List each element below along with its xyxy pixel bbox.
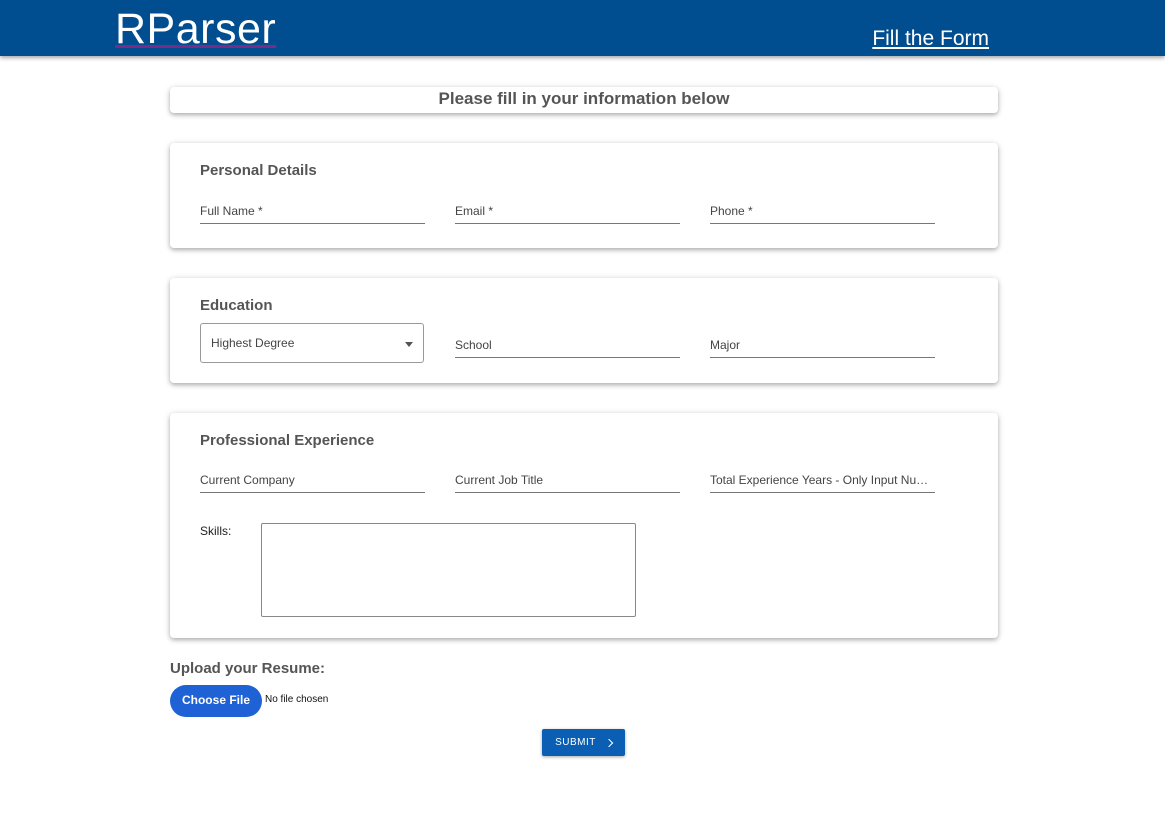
dropdown-caret-icon bbox=[405, 342, 413, 347]
phone-label: Phone * bbox=[710, 204, 753, 218]
experience-years-label: Total Experience Years - Only Input Nu… bbox=[710, 473, 929, 487]
current-job-title-field[interactable]: Current Job Title bbox=[455, 470, 680, 493]
upload-resume-label: Upload your Resume: bbox=[170, 660, 326, 677]
full-name-field[interactable]: Full Name * bbox=[200, 201, 425, 224]
email-label: Email * bbox=[455, 204, 494, 218]
major-label: Major bbox=[710, 338, 741, 352]
major-field[interactable]: Major bbox=[710, 335, 935, 358]
current-company-field[interactable]: Current Company bbox=[200, 470, 425, 493]
brand-logo-link[interactable]: RParser bbox=[115, 6, 276, 52]
fill-form-nav-link[interactable]: Fill the Form bbox=[872, 27, 989, 51]
experience-years-field[interactable]: Total Experience Years - Only Input Nu… bbox=[710, 470, 935, 493]
choose-file-button[interactable]: Choose File bbox=[170, 685, 262, 717]
education-heading: Education bbox=[200, 297, 273, 314]
submit-button[interactable]: SUBMIT bbox=[542, 729, 625, 756]
skills-textarea[interactable] bbox=[261, 523, 636, 617]
current-job-title-label: Current Job Title bbox=[455, 473, 544, 487]
email-field[interactable]: Email * bbox=[455, 201, 680, 224]
form-title-card: Please fill in your information below bbox=[170, 87, 998, 113]
full-name-label: Full Name * bbox=[200, 204, 263, 218]
personal-details-heading: Personal Details bbox=[200, 162, 317, 179]
highest-degree-label: Highest Degree bbox=[211, 336, 295, 350]
professional-experience-card: Professional Experience Current Company … bbox=[170, 413, 998, 638]
personal-details-card: Personal Details Full Name * Email * Pho… bbox=[170, 143, 998, 248]
highest-degree-select[interactable]: Highest Degree bbox=[200, 323, 424, 363]
phone-field[interactable]: Phone * bbox=[710, 201, 935, 224]
professional-experience-heading: Professional Experience bbox=[200, 432, 375, 449]
top-app-bar: RParser Fill the Form bbox=[0, 0, 1165, 56]
skills-label: Skills: bbox=[200, 524, 232, 538]
current-company-label: Current Company bbox=[200, 473, 295, 487]
file-status-text: No file chosen bbox=[265, 694, 329, 705]
chevron-right-icon bbox=[604, 738, 614, 747]
school-label: School bbox=[455, 338, 492, 352]
submit-label: SUBMIT bbox=[555, 737, 596, 748]
form-title: Please fill in your information below bbox=[438, 89, 730, 108]
education-card: Education Highest Degree School Major bbox=[170, 278, 998, 383]
school-field[interactable]: School bbox=[455, 335, 680, 358]
